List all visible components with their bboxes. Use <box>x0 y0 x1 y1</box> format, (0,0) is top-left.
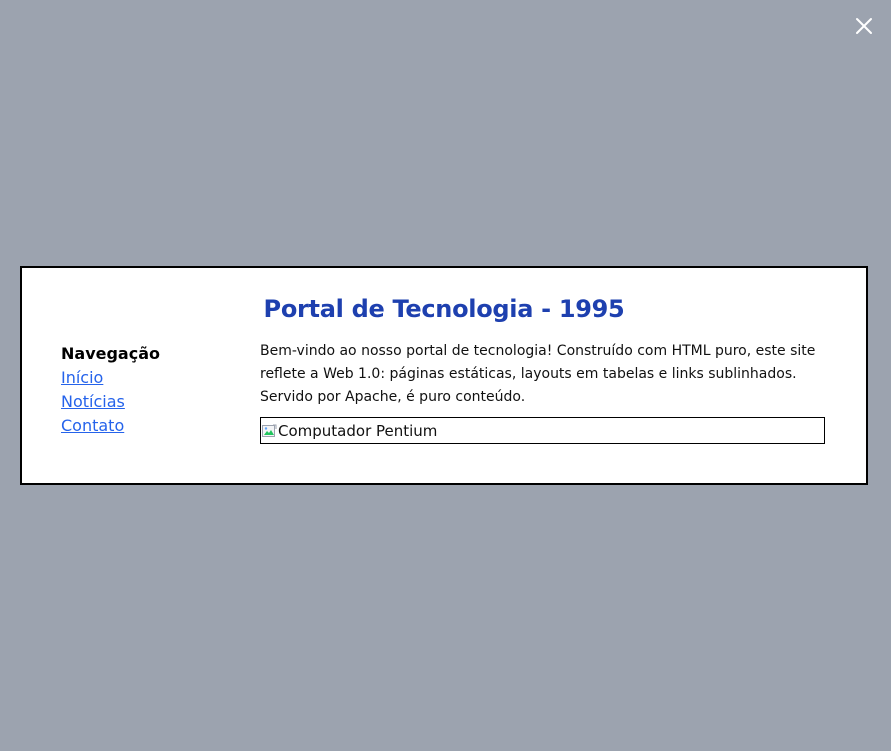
broken-image-icon <box>261 423 277 439</box>
navigation-heading: Navegação <box>61 344 160 363</box>
modal-dialog: Portal de Tecnologia - 1995 Navegação In… <box>20 266 868 485</box>
close-icon <box>856 18 872 34</box>
nav-link-contato[interactable]: Contato <box>61 414 241 438</box>
image-alt-text: Computador Pentium <box>278 421 438 440</box>
navigation-sidebar: Navegação Início Notícias Contato <box>61 342 241 438</box>
computer-image: Computador Pentium <box>260 417 825 444</box>
page-title: Portal de Tecnologia - 1995 <box>263 295 625 323</box>
close-button[interactable] <box>851 13 877 39</box>
main-content: Bem-vindo ao nosso portal de tecnologia!… <box>260 340 826 444</box>
nav-link-noticias[interactable]: Notícias <box>61 390 241 414</box>
intro-paragraph: Bem-vindo ao nosso portal de tecnologia!… <box>260 343 816 405</box>
nav-link-inicio[interactable]: Início <box>61 366 241 390</box>
